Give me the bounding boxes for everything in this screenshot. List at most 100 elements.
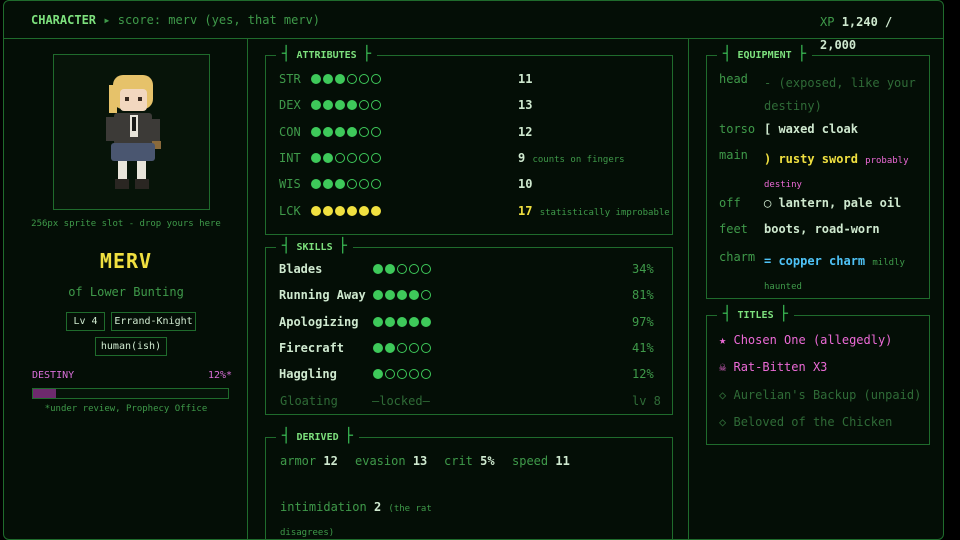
filled-dot-icon — [311, 74, 321, 84]
destiny-footnote: *under review, Prophecy Office — [44, 404, 208, 414]
filled-dot-icon — [409, 316, 419, 327]
equip-torso-label: torso — [719, 122, 756, 136]
empty-dot-icon — [421, 264, 431, 274]
skill-dots — [373, 369, 431, 380]
filled-dot-icon — [373, 369, 383, 380]
equip-charm-item[interactable]: = copper charm mildly haunted — [764, 250, 924, 298]
filled-dot-icon — [311, 126, 321, 137]
destiny-label: DESTINY — [32, 370, 75, 381]
empty-dot-icon — [409, 342, 419, 353]
attribute-dots — [311, 179, 381, 190]
filled-dot-icon — [323, 152, 333, 163]
top-bar: CHARACTER ▸ score: merv (yes, that merv)… — [4, 1, 943, 52]
equip-off-label: off — [719, 196, 741, 210]
skill-name: Blades — [279, 262, 323, 276]
character-name: MERV — [99, 249, 153, 273]
filled-dot-icon — [311, 152, 321, 163]
empty-dot-icon — [371, 126, 381, 137]
filled-dot-icon — [311, 100, 321, 111]
filled-dot-icon — [397, 316, 407, 327]
empty-dot-icon — [371, 179, 381, 190]
filled-dot-icon — [347, 126, 357, 137]
equip-feet-value[interactable]: boots, road-worn — [764, 222, 880, 236]
attribute-dots — [311, 126, 381, 137]
derived-intimidation: intimidation 2 (the rat disagrees) — [280, 500, 432, 538]
filled-dot-icon — [347, 205, 357, 216]
skill-name: Running Away — [279, 288, 366, 303]
empty-dot-icon — [385, 369, 395, 380]
attribute-value: 17 — [518, 203, 533, 218]
skill-name: Apologizing — [279, 314, 359, 329]
equip-torso-value[interactable]: [ waxed cloak — [764, 122, 858, 136]
title-item-rat-bitten[interactable]: ☠ Rat-Bitten X3 — [719, 360, 827, 374]
empty-dot-icon — [335, 152, 345, 163]
title-item-chicken[interactable]: ◇ Beloved of the Chicken — [719, 415, 892, 429]
equip-main-item[interactable]: ) rusty sword probably destiny — [764, 148, 924, 196]
empty-dot-icon — [359, 179, 369, 190]
attribute-value: 12 — [518, 124, 533, 139]
empty-dot-icon — [359, 74, 369, 84]
empty-dot-icon — [359, 126, 369, 137]
filled-dot-icon — [373, 264, 383, 274]
filled-dot-icon — [385, 316, 395, 327]
empty-dot-icon — [371, 152, 381, 163]
filled-dot-icon — [335, 205, 345, 216]
attribute-note: statistically improbable — [539, 207, 670, 218]
empty-dot-icon — [397, 264, 407, 274]
attribute-dots — [311, 152, 381, 163]
attribute-label: LCK — [279, 203, 301, 218]
destiny-progress-fill — [33, 389, 57, 398]
derived-armor: armor 12 — [280, 454, 338, 468]
skill-percent: 97% — [632, 314, 654, 329]
filled-dot-icon — [359, 205, 369, 216]
breadcrumb-text: score: merv (yes, that merv) — [117, 13, 321, 27]
derived-panel: ┤ DERIVED ├ armor 12 evasion 13 crit 5% … — [265, 429, 673, 539]
equip-charm-label: charm — [719, 250, 756, 264]
attribute-label: WIS — [279, 177, 301, 192]
empty-dot-icon — [409, 369, 419, 380]
character-sheet-window: CHARACTER ▸ score: merv (yes, that merv)… — [3, 0, 944, 540]
filled-dot-icon — [323, 100, 333, 111]
attribute-note: counts on fingers — [532, 154, 625, 165]
empty-dot-icon — [421, 369, 431, 380]
sprite-slot[interactable] — [53, 54, 210, 210]
attribute-value: 11 — [518, 72, 533, 86]
skill-dots — [373, 264, 431, 274]
filled-dot-icon — [371, 205, 381, 216]
profile-column: 256px sprite slot - drop yours here MERV… — [4, 39, 248, 539]
skill-locked-name: Gloating — [280, 394, 338, 408]
filled-dot-icon — [323, 74, 333, 84]
skill-locked-level: lv 8 — [632, 394, 661, 408]
filled-dot-icon — [385, 342, 395, 353]
attribute-label: DEX — [279, 98, 301, 113]
attribute-value: 9 — [518, 150, 526, 165]
skill-percent: 12% — [632, 367, 654, 382]
filled-dot-icon — [373, 316, 383, 327]
skills-panel: ┤ SKILLS ├ Blades 34% Running Away 81% Apolo… — [265, 239, 673, 415]
derived-crit: crit 5% — [444, 454, 495, 468]
titles-title: ┤ TITLES ├ — [717, 307, 795, 321]
skill-dots — [373, 316, 431, 327]
equip-head-value[interactable]: - (exposed, like your destiny) — [764, 72, 924, 118]
skill-locked-text: —locked— — [372, 394, 430, 408]
empty-dot-icon — [347, 152, 357, 163]
empty-dot-icon — [397, 369, 407, 380]
attribute-label: INT — [279, 150, 301, 165]
title-item-chosen-one[interactable]: ★ Chosen One (allegedly) — [719, 333, 892, 347]
derived-title: ┤ DERIVED ├ — [276, 429, 360, 443]
star-icon: ★ — [719, 333, 727, 347]
equip-off-value[interactable]: ◯ lantern, pale oil — [764, 196, 901, 210]
filled-dot-icon — [385, 290, 395, 301]
skills-title: ┤ SKILLS ├ — [276, 239, 354, 253]
sprite-slot-note: 256px sprite slot - drop yours here — [31, 219, 221, 229]
empty-dot-icon — [397, 342, 407, 353]
filled-dot-icon — [397, 290, 407, 301]
attributes-title: ┤ ATTRIBUTES ├ — [276, 47, 378, 61]
attribute-dots — [311, 100, 381, 111]
title-item-aurelian[interactable]: ◇ Aurelian's Backup (unpaid) — [719, 388, 921, 402]
filled-dot-icon — [335, 100, 345, 111]
equip-main-value: ) rusty sword — [764, 152, 858, 166]
character-subtitle: of Lower Bunting — [68, 285, 184, 299]
attributes-panel: ┤ ATTRIBUTES ├ STR 11 DEX 13 CON 12 INT 9 co… — [265, 47, 673, 235]
class-tag: Errand-Knight — [111, 312, 196, 331]
